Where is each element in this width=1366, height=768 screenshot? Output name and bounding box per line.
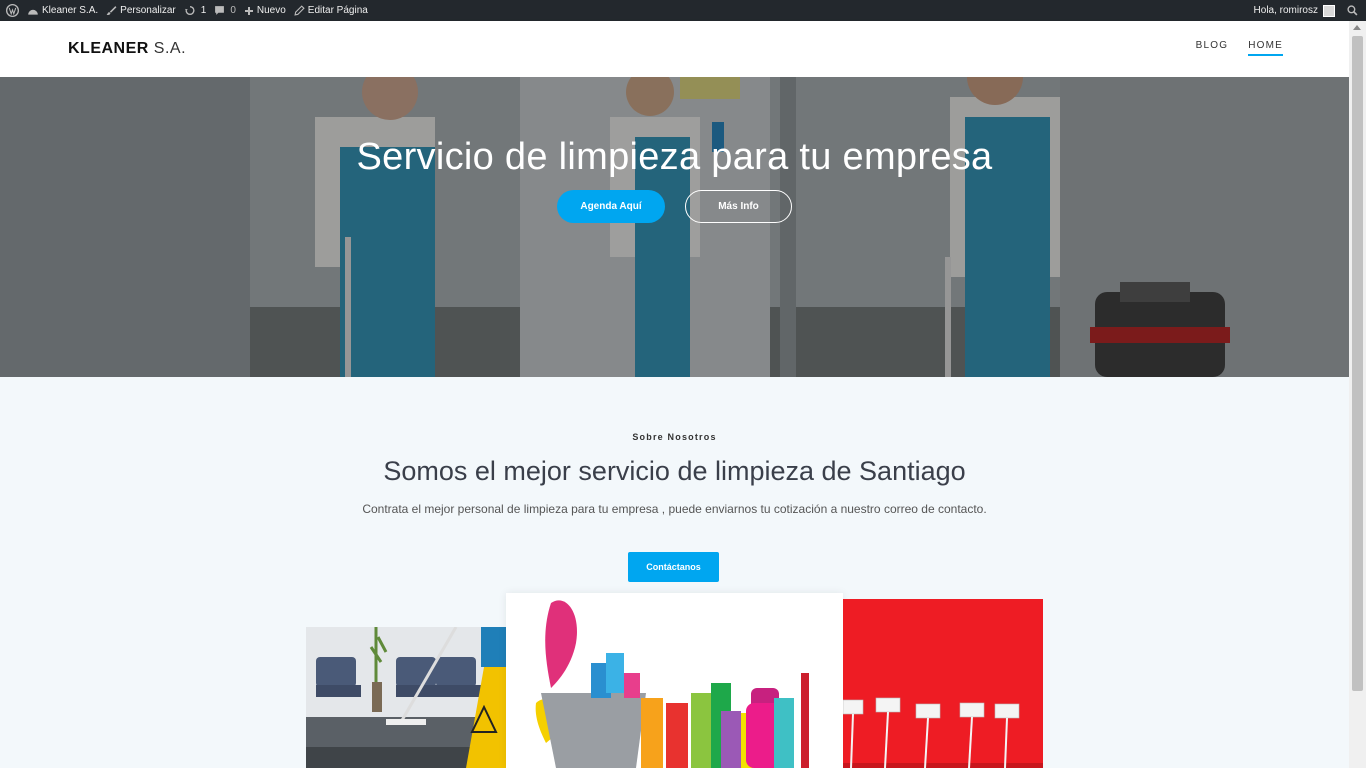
section-kicker: Sobre Nosotros [632,432,717,442]
scroll-thumb[interactable] [1352,36,1363,691]
schedule-button[interactable]: Agenda Aquí [557,190,665,223]
new-label: Nuevo [256,5,286,16]
contact-button[interactable]: Contáctanos [628,552,719,582]
admin-site-link[interactable]: Kleaner S.A. [23,0,102,21]
new-content-link[interactable]: Nuevo [240,0,290,21]
greeting: Hola, romirosz [1253,5,1318,16]
section-title: Somos el mejor servicio de limpieza de S… [383,456,966,486]
hero-title: Servicio de limpieza para tu empresa [356,136,993,178]
admin-search[interactable] [1343,0,1362,21]
admin-bar: Kleaner S.A. Personalizar 1 0 Nuevo Edit… [0,0,1366,21]
avatar [1323,4,1335,17]
logo-light: S.A. [153,40,187,57]
plus-icon [244,6,254,16]
search-icon [1347,5,1358,16]
cleaning-supplies-image [506,593,843,768]
main-nav: BLOG HOME [1196,40,1283,56]
nav-item-blog[interactable]: BLOG [1196,40,1229,56]
updates-icon [184,5,196,16]
hero-buttons: Agenda Aquí Más Info [557,190,792,223]
revisions-count: 1 [200,5,207,16]
revisions-link[interactable]: 1 [180,0,211,21]
page-scrollbar[interactable] [1349,21,1366,768]
nav-item-home[interactable]: HOME [1248,40,1283,56]
site-logo[interactable]: KLEANER S.A. [68,40,186,58]
site-header: KLEANER S.A. BLOG HOME [0,21,1349,77]
hero-section: Servicio de limpieza para tu empresa Age… [0,77,1349,377]
edit-page-label: Editar Página [307,5,368,16]
logo-bold: KLEANER [68,40,149,57]
hero-overlay [0,77,1349,377]
account-menu[interactable]: Hola, romirosz [1250,0,1343,21]
mops-on-red-wall-image [843,599,1043,768]
site-name: Kleaner S.A. [42,5,99,16]
comments-link[interactable]: 0 [210,0,240,21]
comments-count: 0 [230,5,236,16]
section-text: Contrata el mejor personal de limpieza p… [362,502,987,516]
edit-page-link[interactable]: Editar Página [290,0,372,21]
more-info-button[interactable]: Más Info [685,190,792,223]
customize-link[interactable]: Personalizar [102,0,180,21]
brush-icon [106,5,117,16]
customize-label: Personalizar [120,5,176,16]
comment-icon [214,5,225,16]
dashboard-icon [27,6,39,16]
pencil-icon [294,5,305,16]
lobby-cleaning-image [306,627,506,768]
scroll-up-arrow-icon[interactable] [1353,25,1361,30]
wordpress-logo-icon[interactable] [2,0,23,21]
